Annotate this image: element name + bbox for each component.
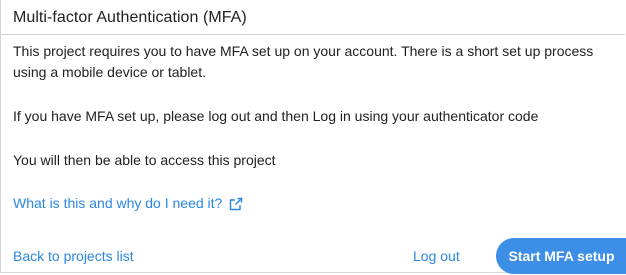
access-info-text: You will then be able to access this pro… <box>13 152 276 168</box>
external-link-icon <box>230 197 243 210</box>
title-divider <box>1 34 625 35</box>
help-link[interactable]: What is this and why do I need it? <box>13 193 243 214</box>
log-out-button[interactable]: Log out <box>401 239 472 273</box>
back-to-projects-link[interactable]: Back to projects list <box>13 246 134 267</box>
start-mfa-setup-button[interactable]: Start MFA setup <box>496 238 626 274</box>
requirement-text: This project requires you to have MFA se… <box>13 43 594 80</box>
dialog-title: Multi-factor Authentication (MFA) <box>13 9 247 26</box>
help-link-label: What is this and why do I need it? <box>13 195 223 211</box>
logout-instruction-text: If you have MFA set up, please log out a… <box>13 108 539 124</box>
mfa-dialog: Multi-factor Authentication (MFA) This p… <box>0 0 626 274</box>
